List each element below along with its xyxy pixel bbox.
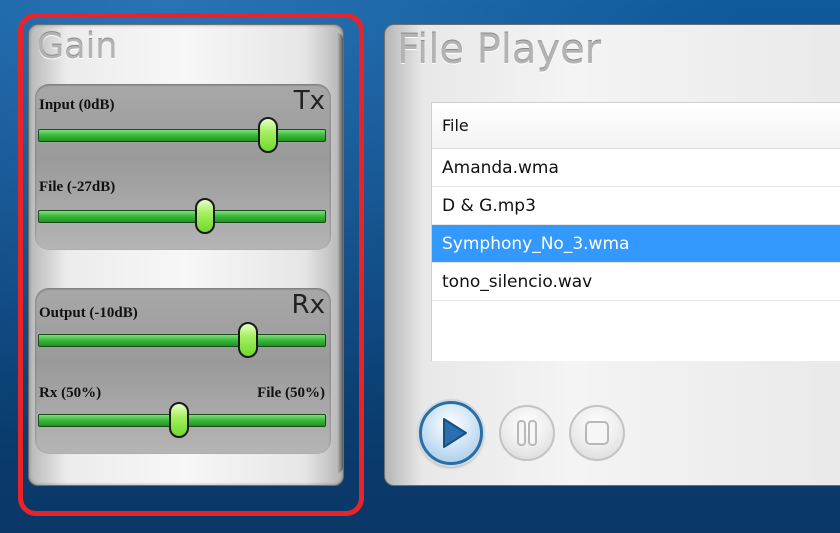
slider-track (38, 210, 326, 223)
list-item[interactable]: D & G.mp3 (432, 187, 840, 225)
slider-thumb[interactable] (195, 198, 216, 234)
file-player-panel: File Player File Amanda.wma D & G.mp3 Sy… (384, 24, 840, 486)
file-tx-gain-label: File (-27dB) (39, 179, 116, 195)
stop-button[interactable] (569, 405, 625, 461)
file-column-header[interactable]: File (432, 103, 840, 149)
gain-title: Gain (37, 27, 118, 67)
slider-thumb[interactable] (258, 117, 279, 153)
tx-section: Tx Input (0dB) File (-27dB) (35, 84, 331, 250)
slider-track (38, 334, 326, 347)
gain-panel: Gain Tx Input (0dB) File (-27dB) Rx Outp… (28, 24, 344, 486)
slider-track (38, 129, 326, 142)
rx-section: Rx Output (-10dB) Rx (50%) File (50%) (35, 288, 331, 454)
tx-title: Tx (293, 86, 325, 116)
output-gain-slider[interactable] (38, 322, 326, 358)
input-gain-label: Input (0dB) (39, 97, 115, 113)
rx-file-mix-slider[interactable] (38, 402, 326, 438)
pause-icon (517, 420, 537, 446)
slider-thumb[interactable] (169, 402, 190, 438)
stop-icon (585, 421, 609, 445)
slider-thumb[interactable] (238, 322, 259, 358)
file-tx-gain-slider[interactable] (38, 198, 326, 234)
rx-title: Rx (291, 290, 325, 320)
list-item[interactable]: tono_silencio.wav (432, 263, 840, 301)
rx-mix-label: Rx (50%) (39, 385, 102, 401)
play-icon (443, 418, 467, 448)
file-mix-label: File (50%) (257, 385, 325, 401)
list-item[interactable]: Amanda.wma (432, 149, 840, 187)
output-gain-label: Output (-10dB) (39, 305, 138, 321)
file-list[interactable]: File Amanda.wma D & G.mp3 Symphony_No_3.… (431, 102, 840, 361)
input-gain-slider[interactable] (38, 117, 326, 153)
play-button[interactable] (419, 401, 483, 465)
pause-button[interactable] (499, 405, 555, 461)
file-player-title: File Player (397, 27, 602, 73)
list-item[interactable]: Symphony_No_3.wma (432, 225, 840, 263)
